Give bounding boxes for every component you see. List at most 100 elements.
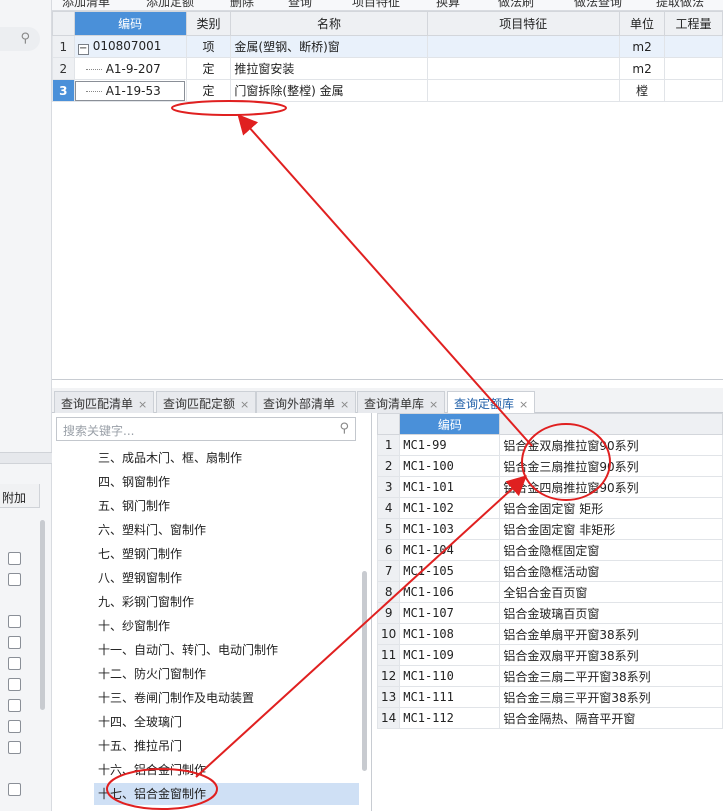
column-header-name[interactable] xyxy=(499,413,723,435)
table-row[interactable]: 7 MC1-105 铝合金隐框活动窗 xyxy=(376,560,723,582)
quota-name[interactable]: 铝合金双扇平开窗38系列 xyxy=(499,644,723,666)
tree-item-selected[interactable]: 十七、铝合金窗制作 xyxy=(94,783,359,805)
table-row[interactable]: 4 MC1-102 铝合金固定窗 矩形 xyxy=(376,497,723,519)
table-row[interactable]: 3 MC1-101 铝合金四扇推拉窗90系列 xyxy=(376,476,723,498)
quota-name[interactable]: 全铝合金百页窗 xyxy=(499,581,723,603)
tree-item[interactable]: 六、塑料门、窗制作 xyxy=(94,519,210,541)
tab-match-quota[interactable]: 查询匹配定额 × xyxy=(156,391,257,413)
left-checkbox[interactable] xyxy=(8,720,21,733)
tree-item[interactable]: 三、成品木门、框、扇制作 xyxy=(94,447,246,469)
item-features-button[interactable]: 项目特征 xyxy=(352,0,400,10)
column-header-quantity[interactable]: 工程量 xyxy=(664,11,723,36)
table-row[interactable]: 8 MC1-106 全铝合金百页窗 xyxy=(376,581,723,603)
left-checkbox[interactable] xyxy=(8,552,21,565)
tree-item[interactable]: 十六、铝合金门制作 xyxy=(94,759,210,781)
quota-name[interactable]: 铝合金单扇平开窗38系列 xyxy=(499,623,723,645)
quota-name[interactable]: 铝合金三扇三平开窗38系列 xyxy=(499,686,723,708)
quota-code[interactable]: MC1-101 xyxy=(399,476,501,498)
tree-item[interactable]: 十四、全玻璃门 xyxy=(94,711,186,733)
query-button[interactable]: 查询 xyxy=(288,0,312,10)
table-row[interactable]: 12 MC1-110 铝合金三扇二平开窗38系列 xyxy=(376,665,723,687)
quota-code[interactable]: MC1-99 xyxy=(399,434,501,456)
table-row[interactable]: 9 MC1-107 铝合金玻璃百页窗 xyxy=(376,602,723,624)
column-header-name[interactable]: 名称 xyxy=(230,11,428,36)
left-checkbox[interactable] xyxy=(8,783,21,796)
quota-name[interactable]: 铝合金隐框固定窗 xyxy=(499,539,723,561)
quota-name[interactable]: 铝合金三扇推拉窗90系列 xyxy=(499,455,723,477)
delete-button[interactable]: 删除 xyxy=(230,0,254,10)
quota-name[interactable]: 铝合金四扇推拉窗90系列 xyxy=(499,476,723,498)
left-checkbox[interactable] xyxy=(8,657,21,670)
type-cell[interactable]: 定 xyxy=(185,57,232,80)
left-scrollbar[interactable] xyxy=(40,520,45,710)
left-checkbox[interactable] xyxy=(8,636,21,649)
close-icon[interactable]: × xyxy=(138,398,147,411)
quota-code[interactable]: MC1-100 xyxy=(399,455,501,477)
tree-item[interactable]: 十三、卷闸门制作及电动装置 xyxy=(94,687,258,709)
quota-code[interactable]: MC1-111 xyxy=(399,686,501,708)
quota-name[interactable]: 铝合金双扇推拉窗90系列 xyxy=(499,434,723,456)
tree-item[interactable]: 七、塑钢门制作 xyxy=(94,543,186,565)
quota-name[interactable]: 铝合金三扇二平开窗38系列 xyxy=(499,665,723,687)
quota-name[interactable]: 铝合金固定窗 非矩形 xyxy=(499,518,723,540)
column-header-features[interactable]: 项目特征 xyxy=(426,11,621,36)
collapse-icon[interactable]: − xyxy=(77,43,89,55)
tree-item[interactable]: 八、塑钢窗制作 xyxy=(94,567,186,589)
add-quota-button[interactable]: 添加定额 xyxy=(146,0,194,10)
quota-code[interactable]: MC1-104 xyxy=(399,539,501,561)
quantity-cell[interactable] xyxy=(664,57,723,80)
tree-item[interactable]: 四、钢窗制作 xyxy=(94,471,174,493)
quota-code[interactable]: MC1-109 xyxy=(399,644,501,666)
name-cell[interactable]: 门窗拆除(整樘) 金属 xyxy=(230,79,428,102)
add-list-button[interactable]: 添加清单 xyxy=(62,0,110,10)
convert-button[interactable]: 换算 xyxy=(436,0,460,10)
column-header-type[interactable]: 类别 xyxy=(185,11,232,36)
name-cell[interactable]: 推拉窗安装 xyxy=(230,57,428,80)
quota-name[interactable]: 铝合金隔热、隔音平开窗 xyxy=(499,707,723,729)
column-header-unit[interactable]: 单位 xyxy=(618,11,666,36)
left-checkbox[interactable] xyxy=(8,573,21,586)
table-row[interactable]: 1 MC1-99 铝合金双扇推拉窗90系列 xyxy=(376,434,723,456)
tree-item[interactable]: 五、钢门制作 xyxy=(94,495,174,517)
quota-code[interactable]: MC1-107 xyxy=(399,602,501,624)
quantity-cell[interactable] xyxy=(664,35,723,58)
tree-item[interactable]: 九、彩钢门窗制作 xyxy=(94,591,198,613)
unit-cell[interactable]: 樘 xyxy=(618,79,666,102)
table-row[interactable]: 13 MC1-111 铝合金三扇三平开窗38系列 xyxy=(376,686,723,708)
column-header-code[interactable]: 编码 xyxy=(73,11,187,36)
quota-code[interactable]: MC1-110 xyxy=(399,665,501,687)
quota-code[interactable]: MC1-112 xyxy=(399,707,501,729)
tab-match-list[interactable]: 查询匹配清单 × xyxy=(54,391,155,413)
table-row[interactable]: 10 MC1-108 铝合金单扇平开窗38系列 xyxy=(376,623,723,645)
table-row[interactable]: 14 MC1-112 铝合金隔热、隔音平开窗 xyxy=(376,707,723,729)
code-cell[interactable]: A1-9-207 xyxy=(73,57,187,80)
search-icon[interactable]: ⚲ xyxy=(339,421,349,436)
quota-name[interactable]: 铝合金隐框活动窗 xyxy=(499,560,723,582)
quota-code[interactable]: MC1-106 xyxy=(399,581,501,603)
name-cell[interactable]: 金属(塑钢、断桥)窗 xyxy=(230,35,428,58)
quota-code[interactable]: MC1-103 xyxy=(399,518,501,540)
unit-cell[interactable]: m2 xyxy=(618,57,666,80)
quota-code[interactable]: MC1-102 xyxy=(399,497,501,519)
table-row[interactable]: 11 MC1-109 铝合金双扇平开窗38系列 xyxy=(376,644,723,666)
tab-quota-library[interactable]: 查询定额库 × xyxy=(447,391,536,414)
tab-external-list[interactable]: 查询外部清单 × xyxy=(256,391,357,413)
table-row[interactable]: 2 MC1-100 铝合金三扇推拉窗90系列 xyxy=(376,455,723,477)
method-query-button[interactable]: 做法查询 xyxy=(574,0,622,10)
close-icon[interactable]: × xyxy=(519,398,528,411)
method-brush-button[interactable]: 做法刷 xyxy=(498,0,534,10)
features-cell[interactable] xyxy=(426,57,621,80)
table-row[interactable]: 6 MC1-104 铝合金隐框固定窗 xyxy=(376,539,723,561)
tree-item[interactable]: 十二、防火门窗制作 xyxy=(94,663,210,685)
left-checkbox[interactable] xyxy=(8,699,21,712)
table-row[interactable]: 3 A1-19-53 定 门窗拆除(整樘) 金属 樘 xyxy=(52,79,723,102)
search-input[interactable]: 搜索关键字... ⚲ xyxy=(56,417,356,441)
table-row[interactable]: 2 A1-9-207 定 推拉窗安装 m2 xyxy=(52,57,723,80)
quota-name[interactable]: 铝合金固定窗 矩形 xyxy=(499,497,723,519)
code-cell[interactable]: −010807001 xyxy=(73,35,187,58)
column-header-code[interactable]: 编码 xyxy=(399,413,501,435)
tree-scrollbar[interactable] xyxy=(362,571,367,771)
features-cell[interactable] xyxy=(426,35,621,58)
quota-name[interactable]: 铝合金玻璃百页窗 xyxy=(499,602,723,624)
close-icon[interactable]: × xyxy=(340,398,349,411)
